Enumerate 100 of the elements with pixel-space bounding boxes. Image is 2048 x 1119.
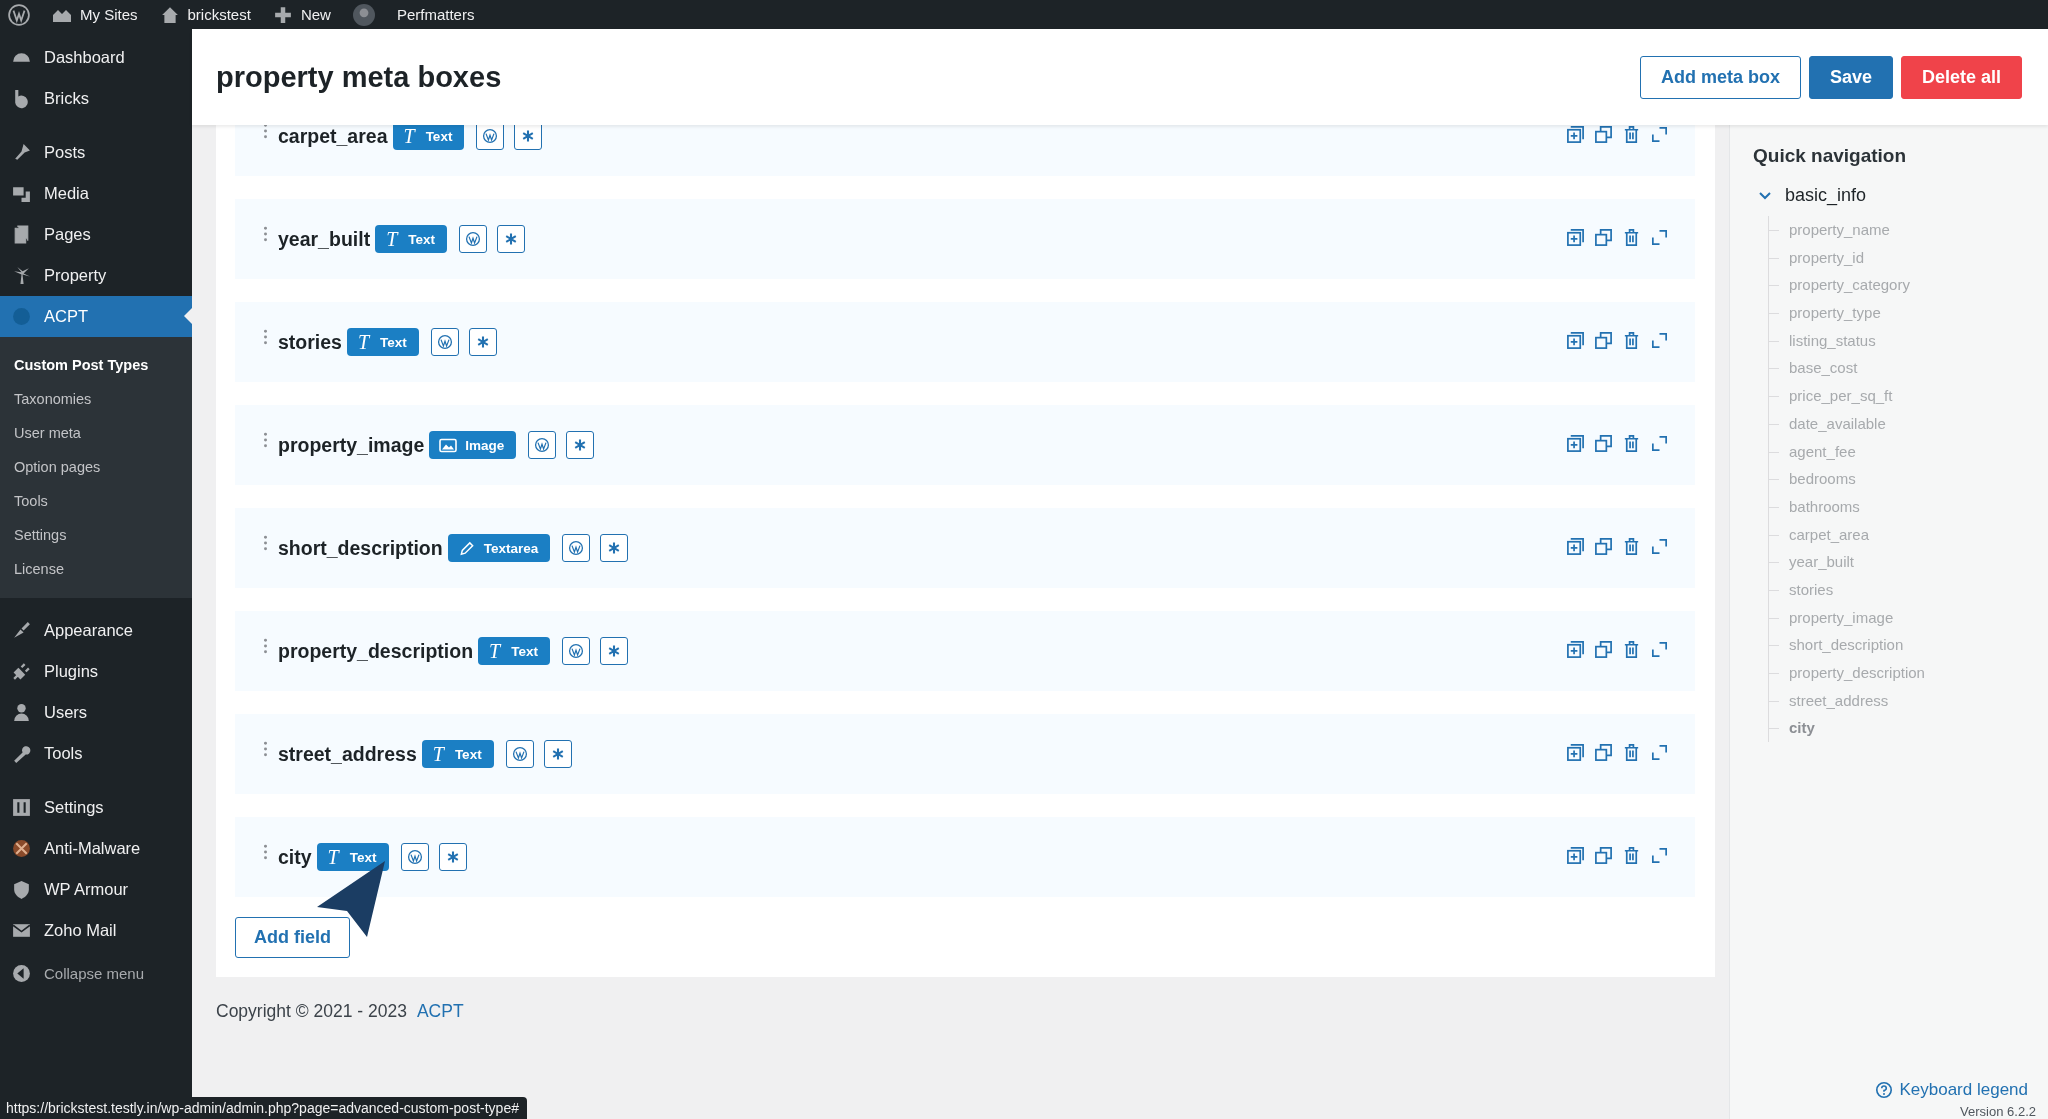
wordpress-toggle[interactable] — [400, 843, 429, 871]
trash-icon[interactable] — [1622, 227, 1641, 247]
wordpress-toggle[interactable] — [528, 431, 557, 459]
drag-handle-icon[interactable] — [263, 638, 268, 654]
trash-icon[interactable] — [1622, 330, 1641, 350]
sidebar-item[interactable]: Settings — [0, 787, 192, 828]
expand-icon[interactable] — [1650, 125, 1669, 144]
duplicate-icon[interactable] — [1594, 639, 1613, 659]
add-copy-icon[interactable] — [1566, 227, 1585, 247]
trash-icon[interactable] — [1622, 433, 1641, 453]
add-meta-box-button[interactable]: Add meta box — [1639, 55, 1801, 99]
submenu-item[interactable]: User meta — [0, 416, 192, 450]
submenu-item[interactable]: Option pages — [0, 450, 192, 484]
expand-icon[interactable] — [1650, 536, 1669, 556]
sidebar-item[interactable]: Tools — [0, 733, 192, 774]
trash-icon[interactable] — [1622, 125, 1641, 144]
wordpress-toggle[interactable] — [505, 740, 534, 768]
expand-icon[interactable] — [1650, 845, 1669, 865]
copyright-text: Copyright © 2021 - 2023 — [216, 1001, 407, 1022]
admin-bar-link[interactable]: brickstest — [159, 5, 251, 24]
drag-handle-icon[interactable] — [263, 535, 268, 551]
user-icon — [11, 702, 32, 723]
duplicate-icon[interactable] — [1594, 125, 1613, 144]
add-copy-icon[interactable] — [1566, 639, 1585, 659]
sidebar-item[interactable]: Bricks — [0, 78, 192, 119]
submenu-item[interactable]: License — [0, 552, 192, 586]
sidebar-item[interactable]: Posts — [0, 132, 192, 173]
duplicate-icon[interactable] — [1594, 845, 1613, 865]
drag-handle-icon[interactable] — [263, 432, 268, 448]
expand-icon[interactable] — [1650, 227, 1669, 247]
trash-icon[interactable] — [1622, 536, 1641, 556]
drag-handle-icon[interactable] — [263, 125, 268, 139]
wordpress-toggle[interactable] — [476, 125, 505, 150]
keyboard-legend-link[interactable]: Keyboard legend — [1875, 1080, 2028, 1100]
collapse-menu-button[interactable]: Collapse menu — [0, 953, 192, 994]
admin-bar-link[interactable]: Perfmatters — [352, 3, 475, 26]
shield-icon — [11, 879, 32, 900]
required-toggle[interactable] — [543, 740, 572, 768]
add-copy-icon[interactable] — [1566, 536, 1585, 556]
trash-icon[interactable] — [1622, 742, 1641, 762]
wordpress-toggle[interactable] — [562, 534, 591, 562]
submenu-item[interactable]: Custom Post Types — [0, 348, 192, 382]
required-toggle[interactable] — [514, 125, 543, 150]
save-button[interactable]: Save — [1808, 55, 1893, 99]
wordpress-toggle[interactable] — [430, 328, 459, 356]
delete-all-button[interactable]: Delete all — [1900, 55, 2022, 99]
wordpress-toggle[interactable] — [459, 225, 487, 253]
sidebar-item[interactable]: Media — [0, 173, 192, 214]
duplicate-icon[interactable] — [1594, 330, 1613, 350]
expand-icon[interactable] — [1650, 639, 1669, 659]
sidebar-item[interactable]: Appearance — [0, 610, 192, 651]
sidebar-item[interactable]: Pages — [0, 214, 192, 255]
drag-handle-icon[interactable] — [263, 329, 268, 345]
trash-icon[interactable] — [1622, 639, 1641, 659]
required-toggle[interactable] — [468, 328, 497, 356]
trash-icon[interactable] — [1622, 845, 1641, 865]
sidebar-item[interactable]: WP Armour — [0, 869, 192, 910]
sidebar-item[interactable]: Dashboard — [0, 37, 192, 78]
expand-icon[interactable] — [1650, 330, 1669, 350]
admin-bar-link[interactable]: My Sites — [52, 5, 138, 24]
field-name: city — [278, 845, 312, 869]
sidebar-item[interactable]: Users — [0, 692, 192, 733]
required-toggle[interactable] — [438, 843, 467, 871]
sidebar-item[interactable]: Zoho Mail — [0, 910, 192, 951]
sidebar-item[interactable]: Anti-Malware — [0, 828, 192, 869]
acpt-link[interactable]: ACPT — [416, 1001, 464, 1022]
duplicate-icon[interactable] — [1594, 536, 1613, 556]
required-toggle[interactable] — [497, 225, 525, 253]
field-type-badge: Image — [429, 431, 517, 459]
plus-icon — [272, 5, 293, 24]
wordpress-toggle[interactable] — [561, 637, 590, 665]
duplicate-icon[interactable] — [1594, 742, 1613, 762]
add-copy-icon[interactable] — [1566, 433, 1585, 453]
expand-icon[interactable] — [1650, 433, 1669, 453]
required-toggle[interactable] — [599, 637, 628, 665]
sidebar-item[interactable]: Property — [0, 255, 192, 296]
admin-bar-link[interactable]: New — [272, 5, 331, 24]
add-copy-icon[interactable] — [1566, 125, 1585, 144]
expand-icon[interactable] — [1650, 742, 1669, 762]
drag-handle-icon[interactable] — [263, 844, 268, 860]
duplicate-icon[interactable] — [1594, 227, 1613, 247]
drag-handle-icon[interactable] — [263, 741, 268, 757]
add-copy-icon[interactable] — [1566, 742, 1585, 762]
duplicate-icon[interactable] — [1594, 433, 1613, 453]
wordpress-icon — [465, 231, 481, 247]
add-field-button[interactable]: Add field — [235, 917, 350, 958]
sidebar-item[interactable]: ACPT — [0, 296, 192, 337]
required-toggle[interactable] — [566, 431, 595, 459]
drag-handle-icon[interactable] — [263, 226, 268, 242]
brush-icon — [11, 620, 32, 641]
add-copy-icon[interactable] — [1566, 330, 1585, 350]
add-copy-icon[interactable] — [1566, 845, 1585, 865]
submenu-item[interactable]: Taxonomies — [0, 382, 192, 416]
tree-group[interactable]: basic_info — [1759, 185, 2048, 206]
submenu-item[interactable]: Tools — [0, 484, 192, 518]
submenu-item[interactable]: Settings — [0, 518, 192, 552]
required-toggle[interactable] — [600, 534, 629, 562]
plug-icon — [11, 661, 32, 682]
sidebar-item[interactable]: Plugins — [0, 651, 192, 692]
wordpress-logo-icon[interactable] — [8, 3, 30, 26]
